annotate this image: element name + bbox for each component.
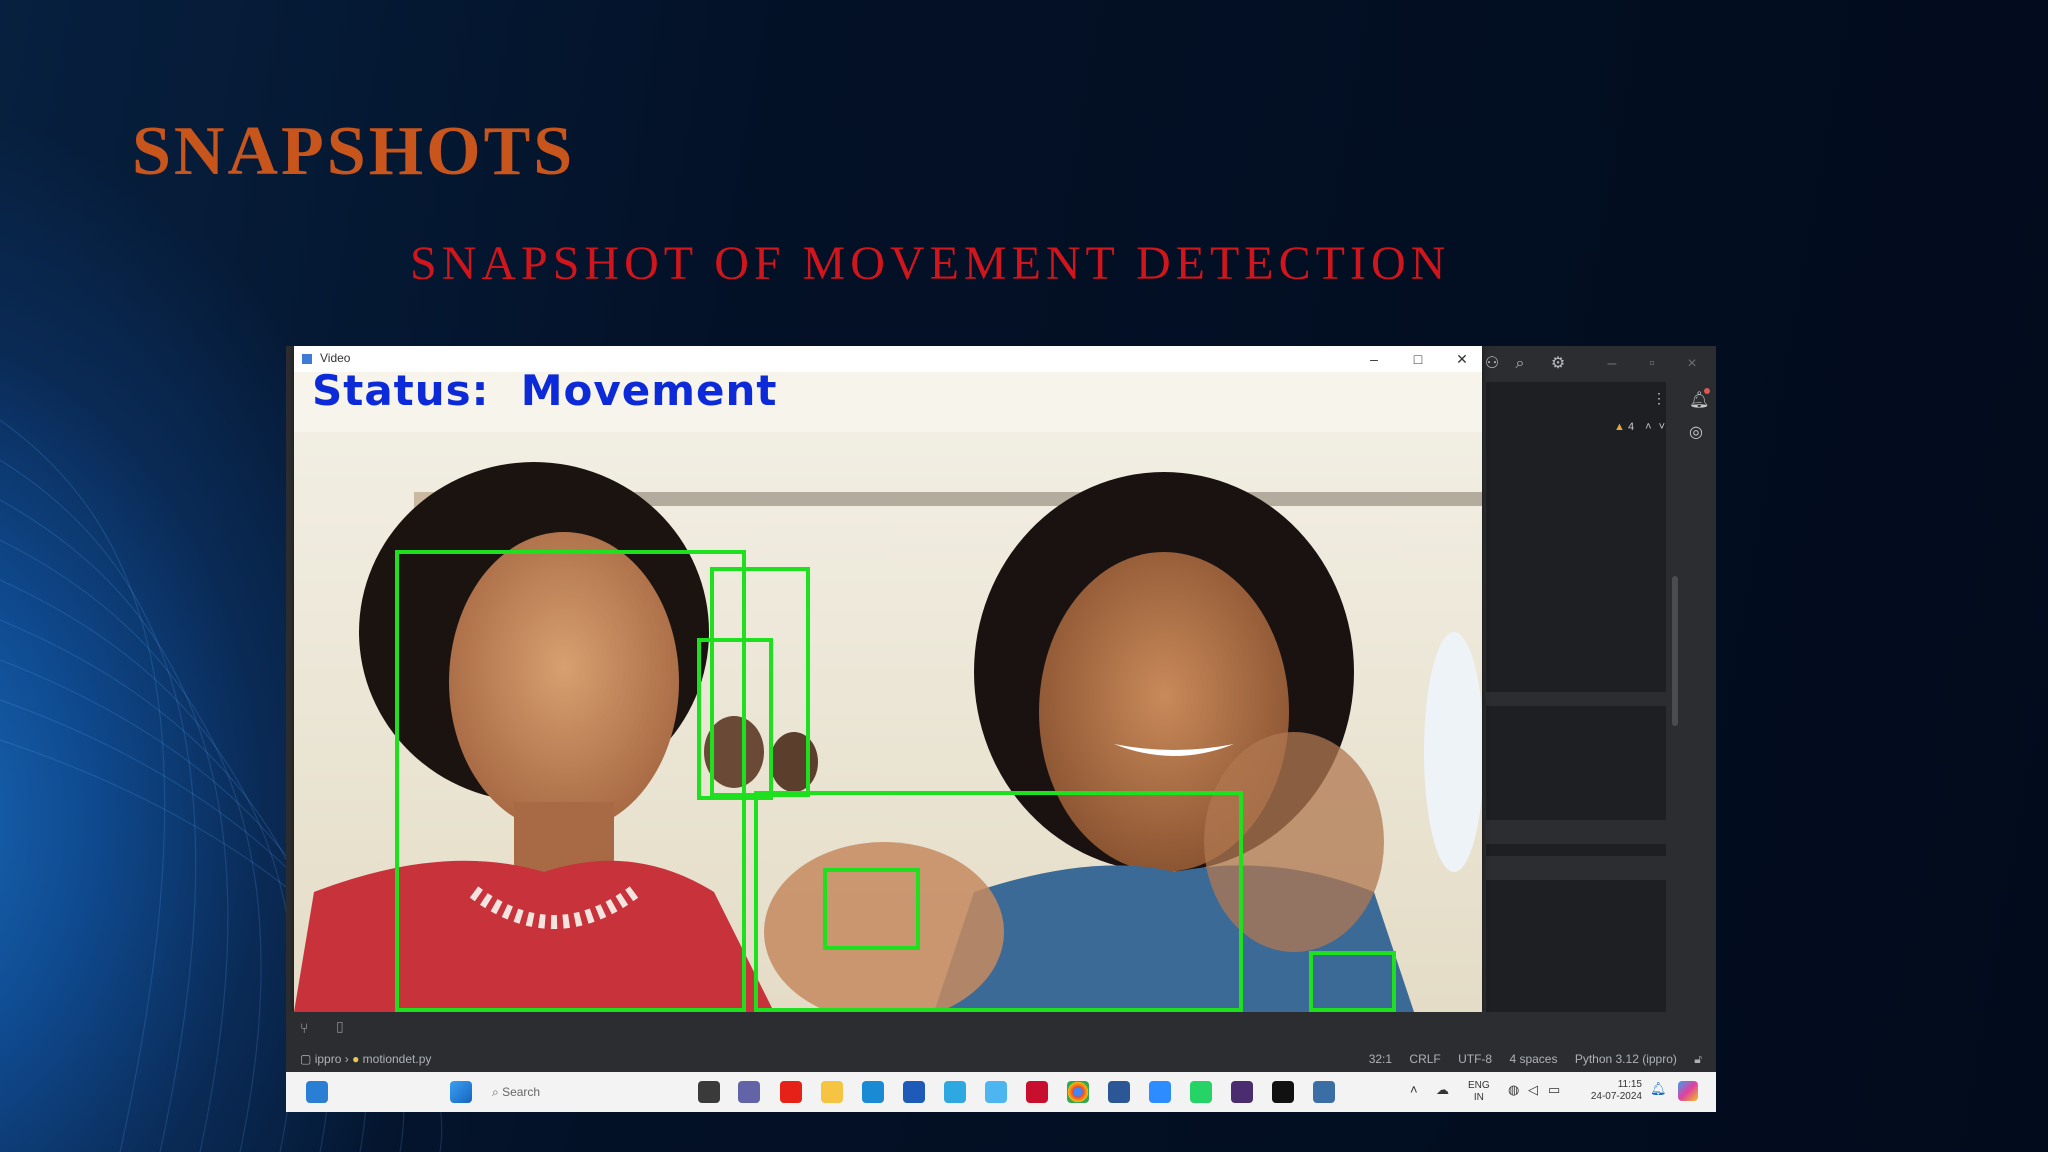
chrome-icon[interactable] [1067,1081,1089,1103]
warning-icon: ▲ [1614,421,1625,433]
file-encoding[interactable]: UTF-8 [1458,1052,1492,1066]
teams-icon[interactable] [738,1081,760,1103]
notification-bell-icon[interactable]: 🔔︎ [1650,1082,1667,1095]
search-placeholder: Search [502,1085,541,1099]
cursor-position[interactable]: 32:1 [1369,1052,1392,1066]
edge-icon[interactable] [862,1081,884,1103]
minimize-icon[interactable]: – [1354,347,1394,371]
widgets-icon[interactable] [306,1081,328,1103]
motion-box [697,638,773,800]
warnings-count: 4 [1627,421,1635,433]
ide-restore-icon[interactable]: ▫ [1642,354,1662,374]
battery-icon[interactable]: ▭ [1548,1083,1560,1096]
more-options-icon[interactable]: ⋮ [1652,390,1666,407]
file-explorer-icon[interactable] [821,1081,843,1103]
close-icon[interactable]: ✕ [1442,347,1482,371]
editor-panel [1486,382,1666,1042]
start-icon[interactable] [450,1081,472,1103]
time: 11:15 [1617,1079,1642,1090]
store-icon[interactable] [903,1081,925,1103]
git-branch-icon[interactable]: ⑂ [300,1020,308,1036]
ide-minimize-icon[interactable]: – [1602,354,1622,374]
motion-box [1309,951,1396,1012]
zoom-icon[interactable] [1149,1081,1171,1103]
whatsapp-icon[interactable] [1190,1081,1212,1103]
app-icon[interactable] [985,1081,1007,1103]
lock-icon[interactable]: 🔓︎ [1694,1052,1702,1066]
windows-taskbar: ⌕ Search ˄ ☁ ENG IN ◍ ◁ ▭ 11:15 24-07-20… [286,1072,1716,1112]
project-icon: ▢ [300,1052,312,1066]
language-indicator[interactable]: ENG IN [1468,1080,1490,1104]
search-icon: ⌕ [492,1085,503,1099]
task-view-icon[interactable] [698,1081,720,1103]
search-icon[interactable]: ⌕ [1510,354,1530,374]
ide-toolbar-top: ⚇ ⌕ ⚙ – ▫ × [1482,346,1716,382]
breadcrumb: ▢ ippro › ● motiondet.py [300,1052,431,1066]
motion-box [395,550,746,1012]
python-file-icon: ● [352,1052,360,1066]
language-top: ENG [1468,1080,1490,1091]
mcafee-icon[interactable] [1026,1081,1048,1103]
chevron-down-icon[interactable]: ˅ [1659,421,1665,433]
ai-assistant-icon[interactable]: ◎ [1689,422,1703,442]
chevron-right-icon: › [344,1052,353,1066]
maximize-icon[interactable]: □ [1398,347,1438,371]
indent-setting[interactable]: 4 spaces [1509,1052,1557,1066]
python-interpreter[interactable]: Python 3.12 (ippro) [1575,1052,1677,1066]
ide-right-sidebar: 🔔︎ ◎ ⋮ [1652,382,1716,1042]
app-icon[interactable] [1108,1081,1130,1103]
copilot-icon[interactable] [1678,1081,1698,1101]
slide-subtitle: SNAPSHOT OF MOVEMENT DETECTION [410,237,1451,290]
language-bottom: IN [1473,1092,1484,1103]
slide-title: SNAPSHOTS [132,113,576,190]
video-window-title: Video [320,351,351,365]
warnings-indicator[interactable]: ▲ 4 ˄ ˅ [1614,421,1665,433]
pycharm-icon[interactable] [1272,1081,1294,1103]
status-label: Status: [312,366,490,415]
ide-bottom-toolbar: ⑂ ▯ [286,1012,1716,1046]
status-widgets: 32:1 CRLF UTF-8 4 spaces Python 3.12 (ip… [1355,1052,1702,1067]
editor-divider [1486,856,1666,880]
user-icon[interactable]: ⚇ [1482,354,1502,374]
chevron-up-icon[interactable]: ˄ [1645,421,1651,433]
file-name[interactable]: motiondet.py [363,1052,432,1066]
status-value: Movement [520,366,778,415]
network-icon[interactable]: ◍ [1508,1083,1519,1096]
project-name[interactable]: ippro [315,1052,342,1066]
ide-statusbar: ▢ ippro › ● motiondet.py 32:1 CRLF UTF-8… [286,1046,1716,1072]
clock[interactable]: 11:15 24-07-2024 [1582,1079,1642,1103]
date: 24-07-2024 [1590,1091,1642,1102]
video-window[interactable]: Video – □ ✕ Status: Movement [294,346,1482,1012]
desktop-screenshot: ⚇ ⌕ ⚙ – ▫ × ▲ 4 ˄ ˅ 🔔︎ ◎ ⋮ Video – □ ✕ S… [286,346,1716,1112]
taskbar-search[interactable]: ⌕ Search [492,1081,622,1103]
video-app-icon[interactable] [1313,1081,1335,1103]
app-icon[interactable] [1231,1081,1253,1103]
youtube-icon[interactable] [780,1081,802,1103]
cloud-icon[interactable]: ☁ [1436,1083,1449,1096]
editor-divider [1486,820,1666,844]
settings-icon[interactable]: ⚙ [1548,354,1568,374]
volume-icon[interactable]: ◁ [1528,1083,1538,1096]
ide-close-icon[interactable]: × [1682,354,1702,374]
video-overlay: Status: Movement [294,366,1482,1012]
chevron-up-icon[interactable]: ˄ [1410,1083,1418,1096]
line-ending[interactable]: CRLF [1409,1052,1440,1066]
editor-scrollbar[interactable] [1672,576,1678,726]
editor-divider [1486,692,1666,706]
app-icon[interactable] [944,1081,966,1103]
trash-icon[interactable]: ▯ [336,1018,344,1035]
motion-box [823,868,920,950]
app-icon [302,354,312,364]
status-overlay: Status: Movement [312,366,777,415]
notification-dot [1704,388,1710,394]
